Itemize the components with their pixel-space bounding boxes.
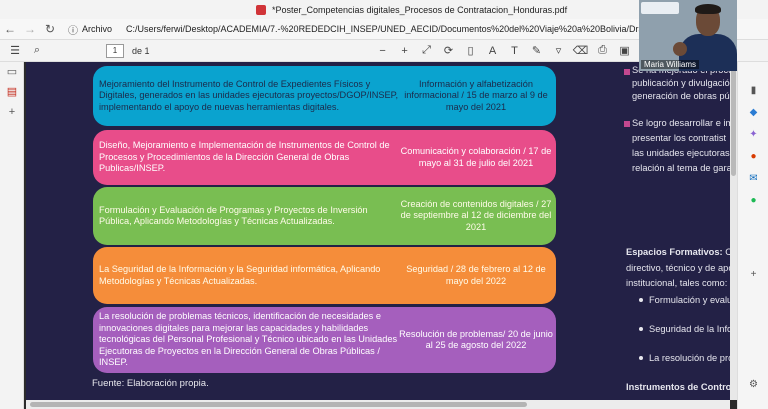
url-field[interactable]: C:/Users/ferwi/Desktop/ACADEMIA/7.-%20RE… [126, 24, 666, 34]
source-caption: Fuente: Elaboración propia. [92, 378, 209, 389]
table-row: Mejoramiento del Instrumento de Control … [93, 66, 556, 126]
row-detail: Comunicación y colaboración / 17 de mayo… [400, 146, 552, 168]
bookmark-icon[interactable]: ▮ [738, 80, 768, 102]
right-column-text: Se ha mejorado el proce publicación y di… [622, 62, 733, 400]
bullet-icon [639, 356, 643, 360]
pdf-tab-icon[interactable]: ▤ [0, 82, 24, 102]
add-icon[interactable]: + [738, 264, 768, 286]
shopping-icon[interactable]: ◆ [738, 102, 768, 124]
bullet-icon [624, 69, 630, 75]
right-text-line: institucional, tales como: [626, 278, 728, 288]
spotify-icon[interactable]: ● [738, 190, 768, 212]
fit-page-icon[interactable]: ⤢ [416, 44, 438, 57]
list-item: Formulación y evalu [649, 295, 733, 305]
instruments-heading: Instrumentos de Control p [626, 382, 733, 392]
left-sidebar: ▭ ▤ + [0, 62, 24, 409]
row-description: La resolución de problemas técnicos, ide… [99, 311, 398, 368]
zoom-in-icon[interactable]: + [394, 45, 416, 57]
speaker-hair [695, 4, 721, 14]
list-item: Seguridad de la Info [649, 324, 733, 334]
table-row: Diseño, Mejoramiento e Implementación de… [93, 130, 556, 185]
right-text-line: directivo, técnico y de apo [626, 263, 733, 273]
participant-name: Maria Williams [641, 60, 699, 69]
contents-icon[interactable]: ☰ [4, 44, 26, 57]
new-tab-icon[interactable]: + [0, 102, 24, 122]
right-text-line: relación al tema de garan [632, 163, 733, 173]
office-icon[interactable]: ● [738, 146, 768, 168]
file-scheme-label: Archivo [82, 24, 113, 34]
bullet-icon [639, 298, 643, 302]
text-icon[interactable]: T [504, 45, 526, 57]
institution-logo [641, 2, 679, 14]
pdf-file-icon [256, 4, 266, 15]
save-icon[interactable]: ▣ [614, 44, 636, 57]
right-text-line: publicación y divulgació [632, 78, 730, 88]
print-icon[interactable]: ⎙ [592, 44, 614, 57]
page-number-input[interactable]: 1 [106, 43, 124, 58]
outlook-icon[interactable]: ✉ [738, 168, 768, 190]
row-detail: Seguridad / 28 de febrero al 12 de mayo … [406, 264, 546, 286]
horizontal-scrollbar[interactable] [26, 400, 730, 409]
webcam-overlay: Maria Williams [639, 0, 737, 71]
rotate-icon[interactable]: ⟳ [438, 44, 460, 57]
right-text-line: Se logro desarrollar e imp [632, 118, 733, 128]
table-row: Formulación y Evaluación de Programas y … [93, 187, 556, 245]
right-text-line: presentar los contratist [632, 133, 727, 143]
right-text-line: generación de obras públi [632, 91, 733, 101]
refresh-icon[interactable]: ↻ [40, 22, 60, 36]
search-icon[interactable]: ⌕ [26, 44, 48, 57]
back-arrow-icon[interactable]: ← [0, 22, 20, 36]
table-row: La Seguridad de la Información y la Segu… [93, 247, 556, 304]
speaker-hand [673, 42, 687, 56]
row-description: Diseño, Mejoramiento e Implementación de… [99, 140, 390, 174]
read-aloud-icon[interactable]: A [482, 45, 504, 57]
table-row: La resolución de problemas técnicos, ide… [93, 307, 556, 373]
row-description: Mejoramiento del Instrumento de Control … [99, 78, 399, 112]
row-detail: Resolución de problemas/ 20 de junio al … [399, 328, 553, 350]
info-icon[interactable]: ⓘ [68, 22, 78, 37]
settings-icon[interactable]: ⚙ [738, 374, 768, 396]
page-total-label: de 1 [132, 45, 150, 56]
row-description: Formulación y Evaluación de Programas y … [99, 204, 368, 226]
bullet-icon [624, 121, 630, 127]
spaces-heading-line: Espacios Formativos: Con [626, 246, 733, 259]
tools-icon[interactable]: ✦ [738, 124, 768, 146]
row-detail: Creación de contenidos digitales / 27 de… [400, 198, 552, 232]
bullet-icon [639, 327, 643, 331]
list-item: La resolución de pro [649, 353, 733, 363]
right-sidebar: ▮ ◆ ✦ ● ✉ ● + ⚙ [737, 62, 768, 409]
row-detail: Información y alfabetización informacion… [404, 78, 548, 112]
highlight-icon[interactable]: ▿ [548, 44, 570, 57]
draw-icon[interactable]: ✎ [526, 44, 548, 57]
horizontal-scroll-thumb[interactable] [30, 402, 527, 407]
vertical-scrollbar[interactable] [730, 62, 737, 400]
vertical-scroll-thumb[interactable] [731, 66, 736, 176]
window-title: *Poster_Competencias digitales_Procesos … [272, 4, 568, 15]
forward-arrow-icon[interactable]: → [20, 22, 40, 36]
spaces-heading: Espacios Formativos: [626, 247, 723, 257]
tab-strip-icon[interactable]: ▭ [0, 62, 24, 82]
row-description: La Seguridad de la Información y la Segu… [99, 264, 381, 286]
zoom-out-icon[interactable]: − [372, 45, 394, 57]
page-view-icon[interactable]: ▯ [460, 44, 482, 57]
right-text-line: las unidades ejecutoras d [632, 148, 733, 158]
pdf-document: Mejoramiento del Instrumento de Control … [26, 62, 733, 400]
erase-icon[interactable]: ⌫ [570, 44, 592, 57]
